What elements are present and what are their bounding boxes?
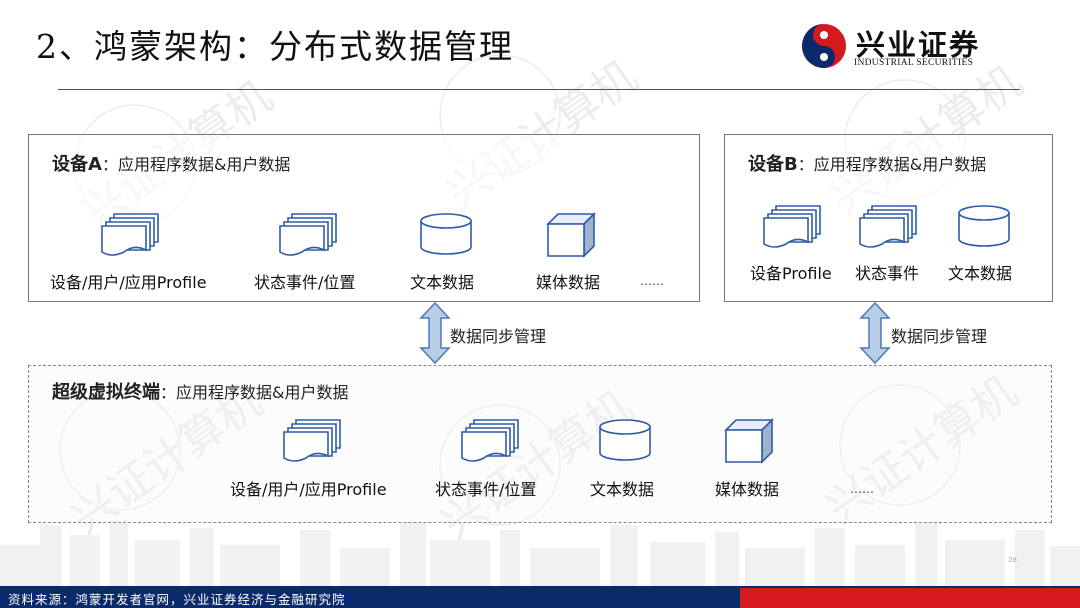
device-a-item-label: 状态事件/位置 (254, 273, 356, 292)
cube-icon (546, 212, 596, 258)
cube-icon (724, 418, 774, 464)
device-a-item-label: 媒体数据 (536, 273, 601, 292)
device-b-header: 设备B：应用程序数据&用户数据 (748, 150, 986, 176)
double-arrow-icon (419, 301, 451, 365)
source-note: 资料来源：鸿蒙开发者官网，兴业证券经济与金融研究院 (8, 592, 346, 607)
cylinder-database-icon (957, 204, 1011, 248)
device-a-header: 设备A：应用程序数据&用户数据 (52, 150, 290, 176)
cylinder-database-icon (598, 418, 652, 462)
more-ellipsis: …… (640, 274, 664, 288)
device-b-item-label: 设备Profile (750, 264, 832, 283)
page-number: 28 (1008, 556, 1017, 564)
double-arrow-icon (859, 301, 891, 365)
page-title: 2、鸿蒙架构：分布式数据管理 (36, 27, 514, 66)
device-a-item-label: 文本数据 (410, 273, 475, 292)
device-a-item-label: 设备/用户/应用Profile (50, 273, 207, 292)
stacked-pages-icon (460, 418, 520, 462)
super-terminal-subtitle: ：应用程序数据&用户数据 (160, 383, 349, 402)
stacked-pages-icon (278, 212, 338, 256)
sync-label-right: 数据同步管理 (891, 327, 988, 346)
device-a-subtitle: ：应用程序数据&用户数据 (101, 155, 291, 174)
stacked-pages-icon (282, 418, 342, 462)
device-a-title: 设备A (52, 154, 102, 175)
sync-label-left: 数据同步管理 (450, 327, 547, 346)
company-name-en: INDUSTRIAL SECURITIES (854, 58, 974, 68)
device-b-item-label: 状态事件 (855, 264, 920, 283)
terminal-item-label: 媒体数据 (715, 480, 780, 499)
terminal-item-label: 文本数据 (590, 480, 655, 499)
stacked-pages-icon (100, 212, 160, 256)
device-b-subtitle: ：应用程序数据&用户数据 (797, 155, 987, 174)
terminal-item-label: 设备/用户/应用Profile (230, 480, 387, 499)
company-logo-icon (802, 24, 846, 68)
title-divider (58, 89, 1020, 90)
device-b-item-label: 文本数据 (948, 264, 1013, 283)
terminal-item-label: 状态事件/位置 (435, 480, 537, 499)
super-terminal-header: 超级虚拟终端：应用程序数据&用户数据 (52, 378, 348, 404)
cylinder-database-icon (419, 212, 473, 256)
more-ellipsis: …… (850, 482, 874, 496)
super-terminal-title: 超级虚拟终端 (52, 382, 160, 403)
stacked-pages-icon (858, 204, 918, 248)
footer-accent (740, 588, 1080, 608)
device-b-title: 设备B (748, 154, 798, 175)
stacked-pages-icon (762, 204, 822, 248)
